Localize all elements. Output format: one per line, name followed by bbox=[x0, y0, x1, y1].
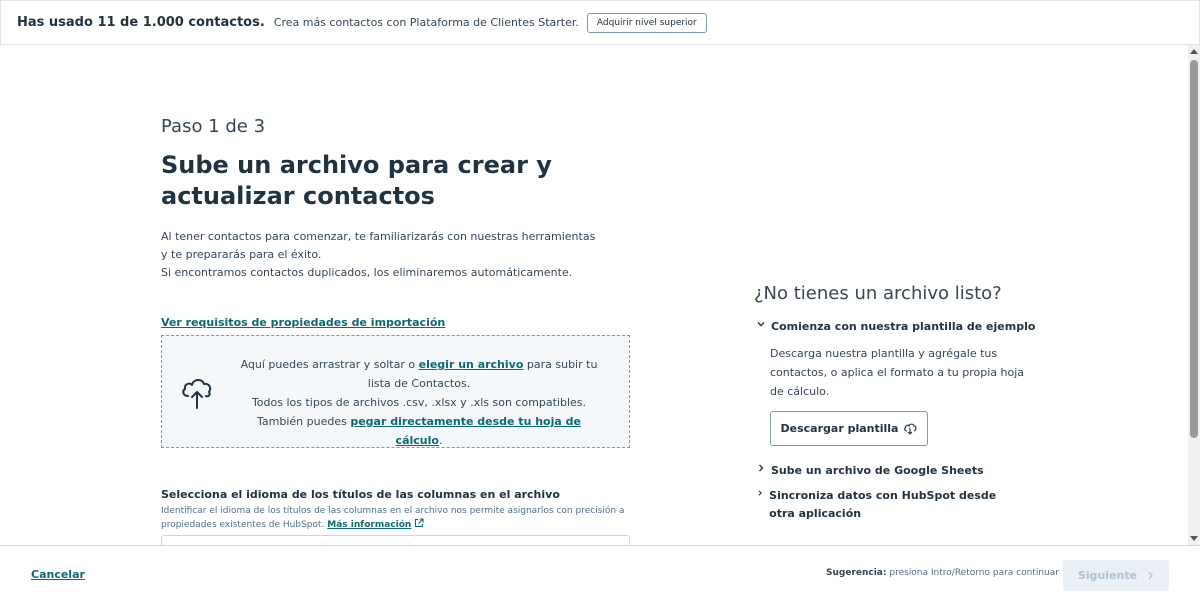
dropzone-instructions: Aquí puedes arrastrar y soltar o elegir … bbox=[234, 355, 604, 450]
supported-file-types: Todos los tipos de archivos .csv, .xlsx … bbox=[251, 396, 587, 409]
accordion-label: Comienza con nuestra plantilla de ejempl… bbox=[771, 320, 1036, 333]
paste-text: También puedes bbox=[257, 415, 347, 428]
accordion-google-sheets[interactable]: Sube un archivo de Google Sheets bbox=[757, 462, 984, 480]
side-panel-title: ¿No tienes un archivo listo? bbox=[754, 283, 1002, 304]
file-dropzone[interactable]: Aquí puedes arrastrar y soltar o elegir … bbox=[161, 335, 630, 448]
accordion-template[interactable]: Comienza con nuestra plantilla de ejempl… bbox=[757, 318, 1035, 336]
download-template-button[interactable]: Descargar plantilla bbox=[770, 411, 928, 446]
chevron-right-icon bbox=[1148, 571, 1153, 580]
choose-file-link[interactable]: elegir un archivo bbox=[419, 358, 524, 371]
scrollbar[interactable] bbox=[1188, 45, 1200, 545]
accordion-label: Sube un archivo de Google Sheets bbox=[771, 464, 984, 477]
next-label: Siguiente bbox=[1077, 569, 1138, 582]
scroll-down-icon[interactable] bbox=[1190, 536, 1198, 541]
paste-from-spreadsheet-link[interactable]: pegar directamente desde tu hoja de cálc… bbox=[350, 415, 581, 447]
scroll-thumb[interactable] bbox=[1190, 60, 1198, 438]
cancel-button[interactable]: Cancelar bbox=[31, 568, 85, 581]
paste-text-end: . bbox=[438, 434, 443, 447]
template-description: Descarga nuestra plantilla y agrégale tu… bbox=[770, 347, 1024, 398]
page-title: Sube un archivo para crear y actualizar … bbox=[161, 151, 552, 210]
language-section-description: Identificar el idioma de los títulos de … bbox=[161, 504, 641, 532]
cloud-download-icon bbox=[904, 423, 917, 435]
next-button[interactable]: Siguiente bbox=[1063, 560, 1169, 591]
hint-label: Sugerencia: bbox=[826, 568, 887, 578]
accordion-sync-app[interactable]: Sincroniza datos con HubSpot desde otra … bbox=[757, 487, 1017, 523]
description-line: Si encontramos contactos duplicados, los… bbox=[161, 266, 573, 279]
more-info-link[interactable]: Más información bbox=[327, 518, 424, 530]
import-requirements-link[interactable]: Ver requisitos de propiedades de importa… bbox=[161, 316, 445, 329]
page-description: Al tener contactos para comenzar, te fam… bbox=[161, 228, 601, 282]
keyboard-hint: Sugerencia: presiona Intro/Retorno para … bbox=[826, 568, 1059, 578]
chevron-right-icon bbox=[759, 464, 764, 472]
step-indicator: Paso 1 de 3 bbox=[161, 116, 266, 137]
usage-count: Has usado 11 de 1.000 contactos. bbox=[17, 15, 265, 30]
language-section-title: Selecciona el idioma de los títulos de l… bbox=[161, 488, 560, 501]
upgrade-message: Crea más contactos con Plataforma de Cli… bbox=[273, 16, 579, 29]
wizard-footer: Cancelar Sugerencia: presiona Intro/Reto… bbox=[0, 545, 1200, 602]
chevron-down-icon bbox=[757, 322, 765, 327]
download-template-label: Descargar plantilla bbox=[780, 422, 899, 435]
dropzone-text: Aquí puedes arrastrar y soltar o bbox=[240, 358, 416, 371]
usage-banner: Has usado 11 de 1.000 contactos. Crea má… bbox=[0, 0, 1200, 45]
cloud-upload-icon bbox=[182, 379, 212, 409]
chevron-right-icon bbox=[758, 490, 762, 496]
description-line: Al tener contactos para comenzar, te fam… bbox=[161, 230, 596, 261]
scroll-up-icon[interactable] bbox=[1190, 49, 1198, 54]
more-info-label: Más información bbox=[327, 520, 412, 530]
upgrade-button[interactable]: Adquirir nivel superior bbox=[586, 12, 707, 33]
hint-text: presiona Intro/Retorno para continuar bbox=[889, 568, 1059, 578]
accordion-label: Sincroniza datos con HubSpot desde otra … bbox=[769, 489, 997, 520]
external-link-icon bbox=[415, 518, 424, 528]
